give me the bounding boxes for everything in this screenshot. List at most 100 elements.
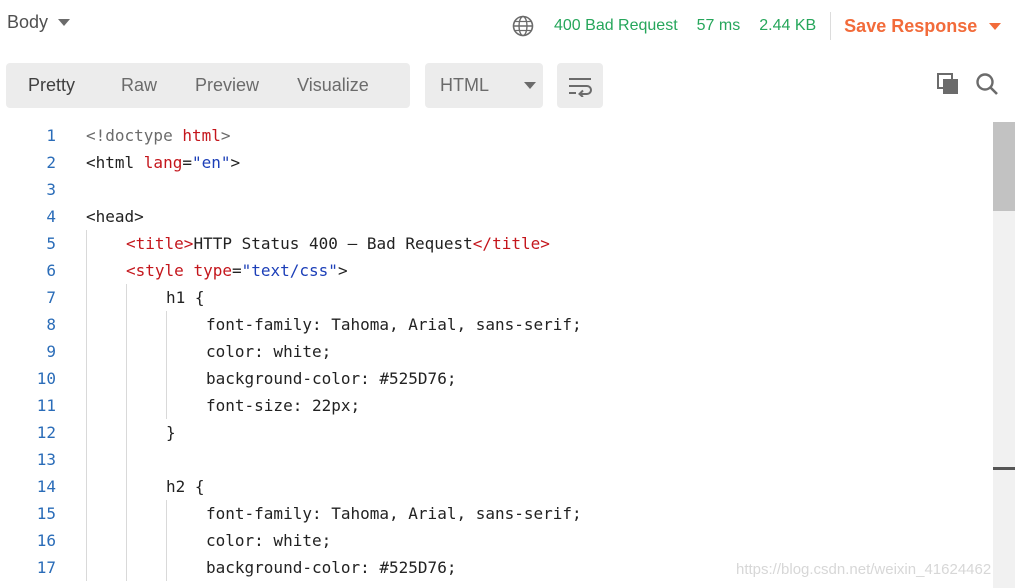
copy-icon[interactable] (936, 72, 960, 96)
code-text: background-color: #525D76; (206, 554, 456, 581)
code-line: 4 <head> (0, 203, 990, 230)
code-text: h2 { (166, 473, 205, 500)
code-token: > (220, 126, 231, 145)
line-number: 14 (36, 477, 56, 496)
line-number: 11 (36, 396, 56, 415)
code-token: > (230, 153, 241, 172)
code-line: 6 <style type="text/css"> (0, 257, 990, 284)
save-response-label: Save Response (844, 15, 978, 36)
code-viewer[interactable]: 1 <!doctype html> 2 <html lang="en"> 3 4 <head… (0, 122, 990, 588)
code-token: "en" (191, 153, 231, 172)
code-text: h1 { (166, 284, 205, 311)
code-token: <html (86, 153, 144, 172)
line-number: 17 (36, 558, 56, 577)
indent-guide (86, 338, 87, 365)
format-dropdown[interactable]: HTML (425, 63, 543, 108)
indent-guide (126, 311, 127, 338)
code-token: } (166, 423, 176, 442)
wrap-lines-button[interactable] (557, 63, 603, 108)
save-response-button[interactable]: Save Response (844, 15, 1002, 37)
indent-guide (126, 446, 127, 473)
line-number: 7 (46, 288, 56, 307)
code-token: font-size: 22px; (206, 396, 361, 415)
line-number: 12 (36, 423, 56, 442)
wrap-lines-icon (569, 77, 592, 97)
code-token: </title> (472, 234, 550, 253)
indent-guide (86, 419, 87, 446)
indent-guide (126, 419, 127, 446)
response-meta: 400 Bad Request 57 ms 2.44 KB Save Respo… (512, 12, 1002, 40)
chevron-down-icon (58, 19, 71, 26)
code-token: type (193, 261, 232, 280)
body-label: Body (7, 12, 49, 32)
vertical-scrollbar[interactable] (993, 122, 1015, 588)
line-number: 15 (36, 504, 56, 523)
indent-guide (86, 257, 87, 284)
code-text: } (166, 419, 176, 446)
scrollbar-thumb[interactable] (993, 122, 1015, 211)
code-token: "text/css" (241, 261, 338, 280)
body-dropdown[interactable]: Body (7, 12, 71, 33)
code-token: color: white; (206, 342, 332, 361)
indent-guide (86, 230, 87, 257)
code-token: html (182, 126, 221, 145)
indent-guide (86, 311, 87, 338)
code-line: 12} (0, 419, 990, 446)
indent-guide (126, 392, 127, 419)
code-text: font-family: Tahoma, Arial, sans-serif; (206, 311, 582, 338)
indent-guide (166, 365, 167, 392)
code-token: <!doctype (86, 126, 183, 145)
search-icon[interactable] (975, 72, 999, 96)
code-line: 1 <!doctype html> (0, 122, 990, 149)
code-token: font-family: Tahoma, Arial, sans-serif; (206, 504, 582, 523)
indent-guide (126, 365, 127, 392)
indent-guide (126, 284, 127, 311)
response-header: Body 400 Bad Request 57 ms 2.44 KB Save … (0, 0, 1017, 50)
status-text[interactable]: 400 Bad Request (554, 17, 678, 35)
indent-guide (166, 338, 167, 365)
tab-pretty[interactable]: Pretty (6, 63, 75, 108)
code-token: = (231, 261, 242, 280)
indent-guide (126, 338, 127, 365)
code-token: h2 { (166, 477, 205, 496)
code-token: background-color: #525D76; (206, 558, 457, 577)
tab-preview[interactable]: Preview (157, 63, 259, 108)
line-number: 6 (46, 261, 56, 280)
code-token: <title> (126, 234, 194, 253)
code-text: font-family: Tahoma, Arial, sans-serif; (206, 500, 582, 527)
code-text: <title>HTTP Status 400 – Bad Request</ti… (126, 230, 550, 257)
indent-guide (166, 311, 167, 338)
code-text: color: white; (206, 338, 331, 365)
chevron-down-icon (524, 82, 536, 89)
response-time[interactable]: 57 ms (697, 17, 741, 35)
format-label: HTML (440, 75, 489, 95)
indent-guide (86, 554, 87, 581)
code-text: <!doctype html> (86, 122, 231, 149)
code-token: color: white; (206, 531, 332, 550)
indent-guide (86, 284, 87, 311)
view-tabs: Pretty Raw Preview Visualize (6, 63, 410, 108)
code-text: <html lang="en"> (86, 149, 240, 176)
tab-raw[interactable]: Raw (75, 63, 157, 108)
code-token: h1 { (166, 288, 205, 307)
code-text: <head> (86, 203, 144, 230)
indent-guide (86, 473, 87, 500)
code-token: = (182, 153, 192, 172)
code-line: 10 background-color: #525D76; (0, 365, 990, 392)
indent-guide (126, 473, 127, 500)
code-token: <style (126, 261, 194, 280)
indent-guide (166, 554, 167, 581)
indent-guide (166, 527, 167, 554)
tab-visualize[interactable]: Visualize (259, 63, 369, 108)
line-number: 8 (46, 315, 56, 334)
line-number: 10 (36, 369, 56, 388)
indent-guide (166, 500, 167, 527)
code-token: <head> (86, 207, 144, 226)
globe-icon[interactable] (512, 15, 534, 37)
line-number: 4 (46, 207, 56, 226)
code-line: 2 <html lang="en"> (0, 149, 990, 176)
response-size[interactable]: 2.44 KB (759, 17, 816, 35)
indent-guide (126, 500, 127, 527)
code-line: 14 h2 { (0, 473, 990, 500)
line-number: 13 (36, 450, 56, 469)
